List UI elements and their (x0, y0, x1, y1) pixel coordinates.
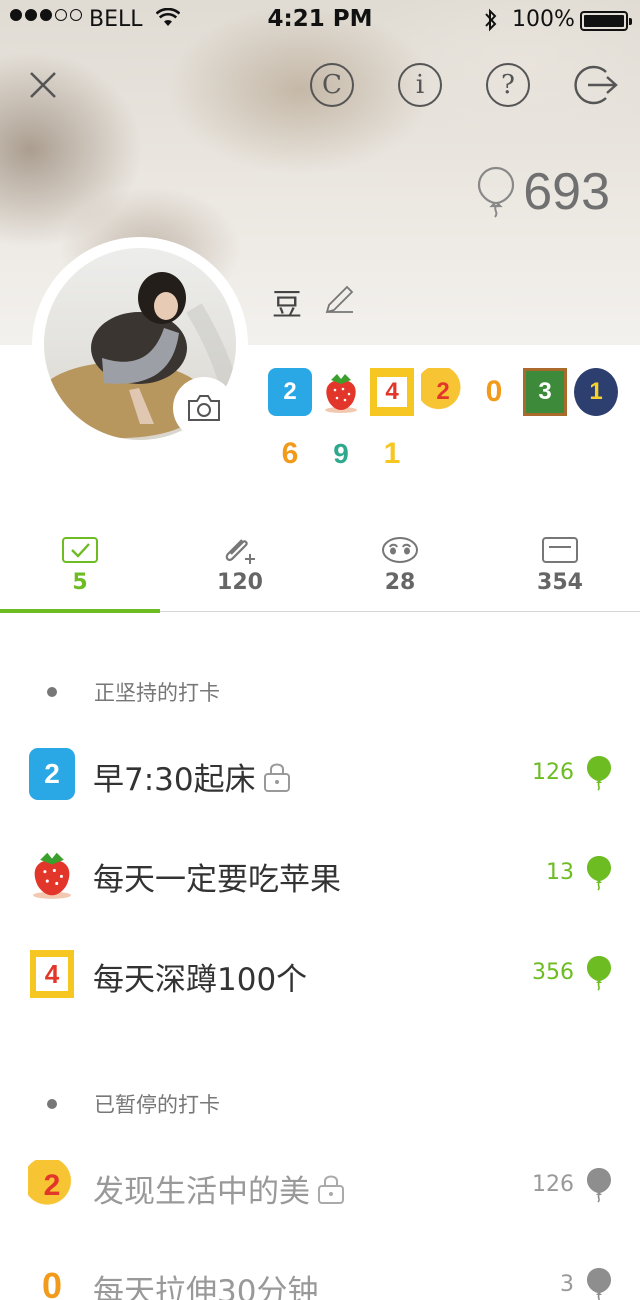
tab-cards-count: 354 (537, 570, 583, 595)
badge-0: 0 (41, 1265, 63, 1300)
checkin-balloon-count: 126 (532, 760, 574, 785)
badge-collection: 2 4 2 0 3 1 6 9 1 (268, 368, 628, 492)
tab-faces[interactable]: 28 (320, 530, 480, 612)
badge-1-night[interactable]: 1 (574, 368, 618, 416)
face-icon (382, 537, 418, 563)
bullet-icon (47, 1099, 57, 1109)
lock-icon (263, 763, 290, 792)
checkin-balloon-count: 356 (532, 960, 574, 985)
badge-2-orange[interactable]: 2 (421, 368, 465, 416)
checkin-icon (62, 537, 98, 563)
strawberry-icon (325, 374, 357, 413)
badge-2-blue[interactable]: 2 (268, 368, 312, 416)
balloon-icon (587, 956, 611, 991)
checkin-balloon-count: 126 (532, 1172, 574, 1197)
logout-button[interactable] (572, 62, 618, 108)
checkin-item-paused[interactable]: 2 发现生活中的美 126 (0, 1134, 640, 1234)
balloon-total-value: 693 (523, 163, 610, 221)
edit-name-button[interactable] (323, 284, 355, 320)
badge-3[interactable]: 3 (523, 368, 567, 416)
close-icon (30, 72, 56, 98)
badge-1-sprout[interactable]: 1 (370, 430, 414, 478)
checkin-item[interactable]: 每天一定要吃苹果 13 (0, 822, 640, 922)
badge-4: 4 (30, 950, 74, 998)
badge-2-orange: 2 (28, 1160, 76, 1212)
checkin-balloon-count: 13 (546, 860, 574, 885)
copyright-button[interactable]: C (309, 62, 355, 108)
info-icon: i (398, 63, 442, 107)
pencil-icon (325, 285, 354, 314)
badge-4[interactable]: 4 (370, 368, 414, 416)
checkin-title: 发现生活中的美 (93, 1174, 310, 1210)
bullet-icon (47, 687, 57, 697)
lock-icon (318, 1175, 344, 1204)
logout-icon (574, 65, 618, 105)
change-avatar-button[interactable] (173, 377, 235, 439)
balloon-total: 693 (477, 162, 610, 222)
battery-icon (580, 11, 632, 31)
badge-0[interactable]: 0 (472, 368, 516, 416)
card-icon (542, 537, 578, 563)
battery-percent: 100% (512, 7, 575, 32)
tab-clips[interactable]: 120 (160, 530, 320, 612)
tab-checkins-count: 5 (72, 570, 88, 595)
checkin-title: 每天深蹲100个 (93, 962, 308, 998)
checkin-title: 每天拉伸30分钟 (93, 1274, 319, 1300)
badge-strawberry[interactable] (319, 368, 363, 416)
paused-section-title: 已暂停的打卡 (94, 1093, 220, 1117)
checkin-item-paused[interactable]: 0 每天拉伸30分钟 3 (0, 1234, 640, 1300)
tab-faces-count: 28 (384, 570, 416, 595)
checkin-item[interactable]: 4 每天深蹲100个 356 (0, 922, 640, 1022)
tab-cards[interactable]: 354 (480, 530, 640, 612)
copyright-icon: C (310, 63, 354, 107)
tab-checkins[interactable]: 5 (0, 530, 160, 613)
balloon-icon (587, 856, 611, 891)
info-button[interactable]: i (397, 62, 443, 108)
checkin-title: 早7:30起床 (93, 762, 256, 798)
camera-icon (188, 395, 220, 421)
bluetooth-icon (485, 8, 497, 32)
badge-6[interactable]: 6 (268, 430, 312, 478)
clip-add-icon (225, 539, 255, 564)
badge-9[interactable]: 9 (319, 430, 363, 478)
badge-2-blue: 2 (29, 748, 75, 800)
username: 豆 (272, 288, 302, 323)
checkin-item[interactable]: 2 早7:30起床 126 (0, 722, 640, 822)
status-bar: BELL 4:21 PM 100% (0, 0, 640, 40)
tab-clips-count: 120 (217, 570, 263, 595)
help-button[interactable]: ? (485, 62, 531, 108)
strawberry-icon (33, 852, 71, 899)
profile-tabs: 5 120 28 354 (0, 530, 640, 613)
balloon-outline-icon (478, 166, 515, 218)
close-button[interactable] (20, 62, 66, 108)
balloon-icon (587, 756, 611, 791)
balloon-icon (587, 1168, 611, 1203)
balloon-icon (587, 1268, 611, 1300)
help-icon: ? (486, 63, 530, 107)
checkin-balloon-count: 3 (560, 1272, 574, 1297)
checkin-title: 每天一定要吃苹果 (93, 862, 341, 898)
active-section-title: 正坚持的打卡 (94, 681, 220, 705)
